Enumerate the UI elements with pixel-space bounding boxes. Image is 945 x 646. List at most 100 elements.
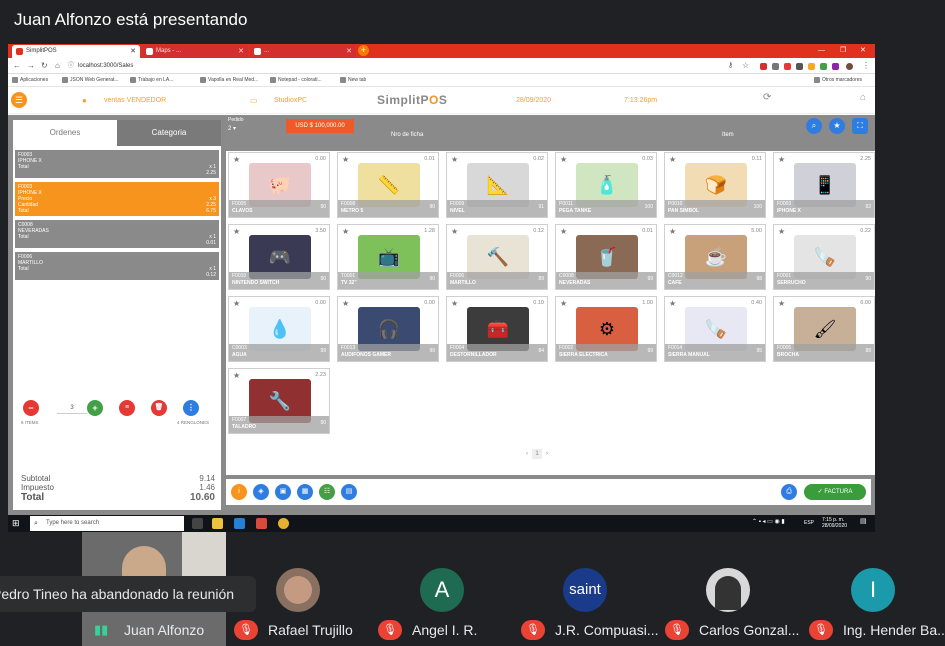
customer-button[interactable]: ☷ bbox=[319, 484, 335, 500]
bookmark-item[interactable]: Aplicaciones bbox=[12, 75, 48, 86]
print-button[interactable]: ⎙ bbox=[781, 484, 797, 500]
clear-order-button[interactable]: ≡ bbox=[119, 400, 135, 416]
browser-tab-2[interactable]: Maps - ... ✕ bbox=[142, 45, 248, 58]
favorite-star-icon[interactable]: ★ bbox=[342, 299, 349, 308]
kebab-menu-icon[interactable]: ⋮ bbox=[862, 60, 870, 72]
forward-icon[interactable]: → bbox=[27, 60, 35, 72]
product-card[interactable]: ★ 0.03 🧴 P0011 PEGA TANKE 100 bbox=[555, 152, 657, 218]
product-card[interactable]: ★ 0.00 🐖 F0005 CLAVOS 90 bbox=[228, 152, 330, 218]
favorite-star-icon[interactable]: ★ bbox=[451, 299, 458, 308]
favorites-button[interactable]: ★ bbox=[829, 118, 845, 134]
quantity-field[interactable]: 3 bbox=[57, 402, 87, 414]
pedido-select[interactable]: 2 ▾ bbox=[228, 125, 236, 132]
product-card[interactable]: ★ 1.00 ⚙ F0002 SIERRA ELECTRICA 99 bbox=[555, 296, 657, 362]
favorite-star-icon[interactable]: ★ bbox=[669, 299, 676, 308]
product-card[interactable]: ★ 0.02 📐 F0009 NIVEL 91 bbox=[446, 152, 548, 218]
back-icon[interactable]: ← bbox=[13, 60, 21, 72]
favorite-star-icon[interactable]: ★ bbox=[233, 299, 240, 308]
box-button[interactable]: ▦ bbox=[297, 484, 313, 500]
product-card[interactable]: ★ 0.22 🪚 F0001 SERRUCHO 90 bbox=[773, 224, 875, 290]
favorite-star-icon[interactable]: ★ bbox=[669, 155, 676, 164]
maximize-icon[interactable]: ❐ bbox=[840, 44, 846, 58]
page-number[interactable]: 1 bbox=[532, 449, 542, 459]
file-explorer-icon[interactable] bbox=[212, 518, 223, 529]
browser-tab-simplitpos[interactable]: SimplitPOS ✕ bbox=[12, 45, 140, 58]
product-card[interactable]: ★ 0.01 📏 F0008 METRO 5 90 bbox=[337, 152, 439, 218]
order-line[interactable]: F0006 MARTILLO Total x 1 0.12 bbox=[15, 252, 219, 280]
favorite-star-icon[interactable]: ★ bbox=[233, 371, 240, 380]
order-line[interactable]: F0003 IPHONE X Precio x 3 Cantidad 2.25 Total 6… bbox=[15, 182, 219, 216]
sync-icon[interactable]: ⟳ bbox=[763, 93, 771, 103]
next-page-icon[interactable]: › bbox=[546, 451, 548, 457]
home-icon[interactable]: ⌂ bbox=[55, 60, 60, 72]
favorite-star-icon[interactable]: ★ bbox=[451, 227, 458, 236]
barcode-scan-button[interactable]: ⛶ bbox=[852, 118, 868, 134]
receipt-button[interactable]: ▤ bbox=[341, 484, 357, 500]
task-view-icon[interactable] bbox=[192, 518, 203, 529]
url-input[interactable]: localhost:3000/Sales bbox=[78, 60, 133, 72]
favorite-star-icon[interactable]: ★ bbox=[778, 227, 785, 236]
browser-tab-3[interactable]: ... ✕ bbox=[250, 45, 356, 58]
profile-avatar[interactable] bbox=[846, 63, 853, 70]
tab-categoria[interactable]: Categoria bbox=[117, 120, 221, 146]
extension-icon[interactable] bbox=[796, 63, 803, 70]
search-button[interactable]: ⌕ bbox=[806, 118, 822, 134]
product-card[interactable]: ★ 0.12 🔨 F0006 MARTILLO 89 bbox=[446, 224, 548, 290]
close-tab-icon[interactable]: ✕ bbox=[130, 45, 136, 58]
bookmark-star-icon[interactable]: ☆ bbox=[742, 60, 749, 72]
chrome-icon[interactable] bbox=[278, 518, 289, 529]
participant-avatar-carlos[interactable] bbox=[706, 568, 750, 612]
product-card[interactable]: ★ 0.10 🧰 F0004 DESTORNILLADOR 84 bbox=[446, 296, 548, 362]
vscode-icon[interactable] bbox=[234, 518, 245, 529]
favorite-star-icon[interactable]: ★ bbox=[778, 299, 785, 308]
extension-icon[interactable] bbox=[772, 63, 779, 70]
product-card[interactable]: ★ 1.28 📺 T0001 TV 32" 90 bbox=[337, 224, 439, 290]
notifications-icon[interactable]: ▤ bbox=[860, 518, 867, 525]
product-card[interactable]: ★ 0.00 💧 C0003 AGUA 99 bbox=[228, 296, 330, 362]
favorite-star-icon[interactable]: ★ bbox=[560, 227, 567, 236]
favorite-star-icon[interactable]: ★ bbox=[560, 299, 567, 308]
favorite-star-icon[interactable]: ★ bbox=[342, 155, 349, 164]
bookmark-item[interactable]: Vapolla en Real Med... bbox=[200, 75, 258, 86]
save-button[interactable]: ▣ bbox=[275, 484, 291, 500]
tray-icons[interactable]: ⌃ ▪ ◂ ▭ ◉ ▮ bbox=[752, 519, 785, 525]
taskbar-search[interactable]: Type here to search bbox=[30, 516, 184, 531]
extension-icon[interactable] bbox=[820, 63, 827, 70]
key-icon[interactable]: ⚷ bbox=[728, 60, 733, 72]
favorite-star-icon[interactable]: ★ bbox=[451, 155, 458, 164]
product-card[interactable]: ★ 5.00 ☕ C0012 CAFE 98 bbox=[664, 224, 766, 290]
menu-button[interactable]: ☰ bbox=[11, 92, 27, 108]
factura-button[interactable]: ✓ FACTURA bbox=[804, 484, 866, 500]
order-line[interactable]: F0003 IPHONE X Total x 1 2.25 bbox=[15, 150, 219, 178]
favorite-star-icon[interactable]: ★ bbox=[233, 227, 240, 236]
product-card[interactable]: ★ 0.00 🎧 F0013 AUDIFONOS GAMER 99 bbox=[337, 296, 439, 362]
participant-avatar-jr[interactable]: saint bbox=[563, 568, 607, 612]
tag-button[interactable]: ◈ bbox=[253, 484, 269, 500]
info-icon[interactable]: ⓘ bbox=[68, 60, 74, 72]
minimize-icon[interactable]: — bbox=[818, 44, 825, 58]
participant-avatar-rafael[interactable] bbox=[276, 568, 320, 612]
product-card[interactable]: ★ 2.23 🔧 F0007 TALADRO 90 bbox=[228, 368, 330, 434]
favorite-star-icon[interactable]: ★ bbox=[560, 155, 567, 164]
bookmark-item[interactable]: New tab bbox=[340, 75, 366, 86]
order-line[interactable]: C0008 NEVERADAS Total x 1 0.01 bbox=[15, 220, 219, 248]
home-icon[interactable]: ⌂ bbox=[860, 93, 866, 103]
bookmark-item[interactable]: Otros marcadores bbox=[814, 75, 862, 86]
favorite-star-icon[interactable]: ★ bbox=[342, 227, 349, 236]
language-indicator[interactable]: ESP bbox=[804, 520, 814, 526]
participant-avatar-hender[interactable]: I bbox=[851, 568, 895, 612]
more-options-button[interactable]: ⋮ bbox=[183, 400, 199, 416]
bookmark-item[interactable]: JSON Web Generat... bbox=[62, 75, 119, 86]
product-card[interactable]: ★ 2.25 📱 F0003 IPHONE X 92 bbox=[773, 152, 875, 218]
bookmark-item[interactable]: Trabajo en LA... bbox=[130, 75, 173, 86]
product-card[interactable]: ★ 3.50 🎮 F0010 NINTENDO SWITCH 90 bbox=[228, 224, 330, 290]
bookmark-item[interactable]: Notepad - colorati... bbox=[270, 75, 322, 86]
favorite-star-icon[interactable]: ★ bbox=[778, 155, 785, 164]
prev-page-icon[interactable]: ‹ bbox=[526, 451, 528, 457]
usd-rate-button[interactable]: USD $ 100,000.00 bbox=[286, 119, 354, 133]
close-window-icon[interactable]: ✕ bbox=[860, 44, 866, 58]
close-tab-icon[interactable]: ✕ bbox=[346, 45, 352, 58]
favorite-star-icon[interactable]: ★ bbox=[669, 227, 676, 236]
close-tab-icon[interactable]: ✕ bbox=[238, 45, 244, 58]
favorite-star-icon[interactable]: ★ bbox=[233, 155, 240, 164]
